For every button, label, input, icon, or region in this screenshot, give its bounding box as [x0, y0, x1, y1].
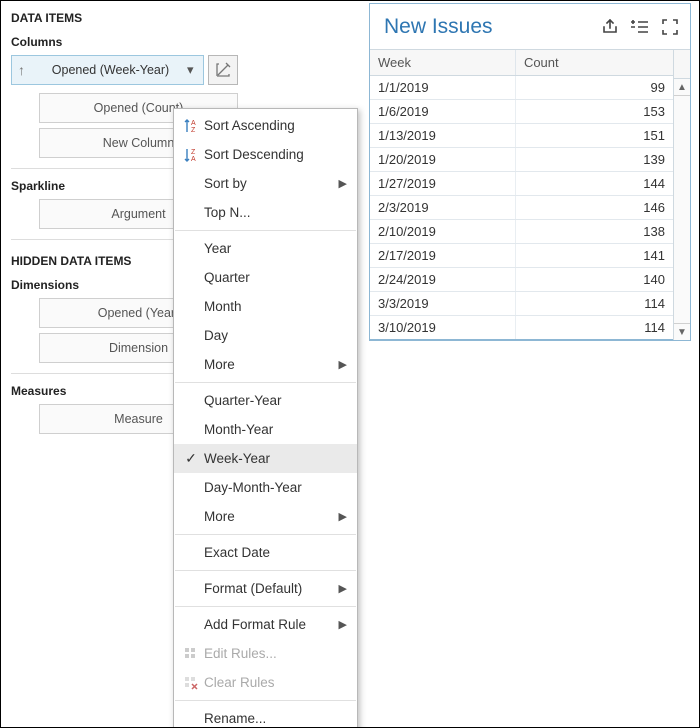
menu-sort-by[interactable]: Sort by▶ [174, 169, 357, 198]
clear-rules-icon [178, 676, 204, 690]
table-row[interactable]: 1/13/2019151 [370, 124, 673, 148]
submenu-arrow-icon: ▶ [335, 582, 347, 595]
maximize-icon[interactable] [660, 17, 680, 37]
svg-text:Z: Z [191, 149, 196, 156]
table-row[interactable]: 2/24/2019140 [370, 268, 673, 292]
column-edit-button[interactable] [208, 55, 238, 85]
cell-count: 140 [515, 268, 673, 292]
svg-text:Z: Z [191, 127, 196, 134]
check-icon: ✓ [185, 450, 197, 467]
cell-week: 1/1/2019 [370, 76, 515, 100]
cell-count: 99 [515, 76, 673, 100]
scroll-down-button[interactable]: ▼ [674, 323, 690, 340]
table-row[interactable]: 1/6/2019153 [370, 100, 673, 124]
data-items-heading: DATA ITEMS [11, 11, 238, 25]
menu-edit-rules: Edit Rules... [174, 639, 357, 668]
cell-count: 141 [515, 244, 673, 268]
menu-month[interactable]: Month [174, 292, 357, 321]
table-row[interactable]: 1/1/201999 [370, 76, 673, 100]
cell-count: 114 [515, 292, 673, 316]
sort-asc-icon: AZ [178, 118, 204, 134]
column-chip-opened-week-year[interactable]: ↑ Opened (Week-Year) ▾ [11, 55, 204, 85]
cell-count: 144 [515, 172, 673, 196]
cell-week: 1/13/2019 [370, 124, 515, 148]
submenu-arrow-icon: ▶ [335, 510, 347, 523]
menu-week-year[interactable]: ✓Week-Year [174, 444, 357, 473]
cell-count: 146 [515, 196, 673, 220]
menu-day[interactable]: Day [174, 321, 357, 350]
data-table: Week Count 1/1/2019991/6/20191531/13/201… [370, 50, 673, 340]
menu-top-n[interactable]: Top N... [174, 198, 357, 227]
table-row[interactable]: 3/3/2019114 [370, 292, 673, 316]
widget-title: New Issues [384, 15, 493, 39]
menu-add-format-rule[interactable]: Add Format Rule▶ [174, 610, 357, 639]
scroll-track[interactable] [674, 96, 690, 323]
menu-more-2[interactable]: More▶ [174, 502, 357, 531]
menu-rename[interactable]: Rename... [174, 704, 357, 728]
submenu-arrow-icon: ▶ [335, 358, 347, 371]
menu-exact-date[interactable]: Exact Date [174, 538, 357, 567]
menu-clear-rules: Clear Rules [174, 668, 357, 697]
menu-sort-descending[interactable]: ZA Sort Descending [174, 140, 357, 169]
menu-separator [175, 534, 356, 535]
grid-widget: New Issues Week [369, 3, 691, 341]
cell-count: 114 [515, 316, 673, 340]
table-row[interactable]: 1/27/2019144 [370, 172, 673, 196]
menu-separator [175, 230, 356, 231]
col-header-week[interactable]: Week [370, 50, 515, 76]
cell-count: 153 [515, 100, 673, 124]
widget-header: New Issues [370, 4, 690, 50]
sort-desc-icon: ZA [178, 147, 204, 163]
menu-year[interactable]: Year [174, 234, 357, 263]
scroll-up-button[interactable]: ▲ [674, 79, 690, 96]
cell-week: 2/17/2019 [370, 244, 515, 268]
chevron-down-icon: ▾ [187, 62, 197, 78]
svg-text:A: A [191, 156, 196, 163]
edit-rules-icon [178, 647, 204, 661]
cell-count: 151 [515, 124, 673, 148]
context-menu: AZ Sort Ascending ZA Sort Descending Sor… [173, 108, 358, 728]
cell-week: 2/24/2019 [370, 268, 515, 292]
submenu-arrow-icon: ▶ [335, 618, 347, 631]
menu-sort-ascending[interactable]: AZ Sort Ascending [174, 111, 357, 140]
cell-week: 3/10/2019 [370, 316, 515, 340]
cell-week: 2/10/2019 [370, 220, 515, 244]
sort-asc-arrow-icon: ↑ [18, 62, 30, 78]
scrollbar-header-spacer [674, 50, 690, 79]
cell-count: 138 [515, 220, 673, 244]
vertical-scrollbar[interactable]: ▲ ▼ [673, 50, 690, 340]
menu-separator [175, 382, 356, 383]
menu-separator [175, 606, 356, 607]
menu-quarter[interactable]: Quarter [174, 263, 357, 292]
cell-week: 3/3/2019 [370, 292, 515, 316]
widget-toolbar [600, 17, 680, 37]
table-row[interactable]: 2/3/2019146 [370, 196, 673, 220]
table-row[interactable]: 3/10/2019114 [370, 316, 673, 340]
submenu-arrow-icon: ▶ [335, 177, 347, 190]
menu-month-year[interactable]: Month-Year [174, 415, 357, 444]
table-row[interactable]: 2/17/2019141 [370, 244, 673, 268]
table-row[interactable]: 1/20/2019139 [370, 148, 673, 172]
cell-week: 1/20/2019 [370, 148, 515, 172]
menu-format[interactable]: Format (Default)▶ [174, 574, 357, 603]
column-chip-label: Opened (Week-Year) [34, 63, 187, 77]
menu-more-1[interactable]: More▶ [174, 350, 357, 379]
cell-week: 1/27/2019 [370, 172, 515, 196]
col-header-count[interactable]: Count [515, 50, 673, 76]
export-icon[interactable] [600, 17, 620, 37]
menu-quarter-year[interactable]: Quarter-Year [174, 386, 357, 415]
columns-heading: Columns [11, 35, 238, 49]
menu-separator [175, 700, 356, 701]
svg-text:A: A [191, 120, 196, 127]
menu-separator [175, 570, 356, 571]
filter-list-icon[interactable] [630, 17, 650, 37]
cell-week: 2/3/2019 [370, 196, 515, 220]
cell-week: 1/6/2019 [370, 100, 515, 124]
menu-day-month-year[interactable]: Day-Month-Year [174, 473, 357, 502]
table-row[interactable]: 2/10/2019138 [370, 220, 673, 244]
cell-count: 139 [515, 148, 673, 172]
